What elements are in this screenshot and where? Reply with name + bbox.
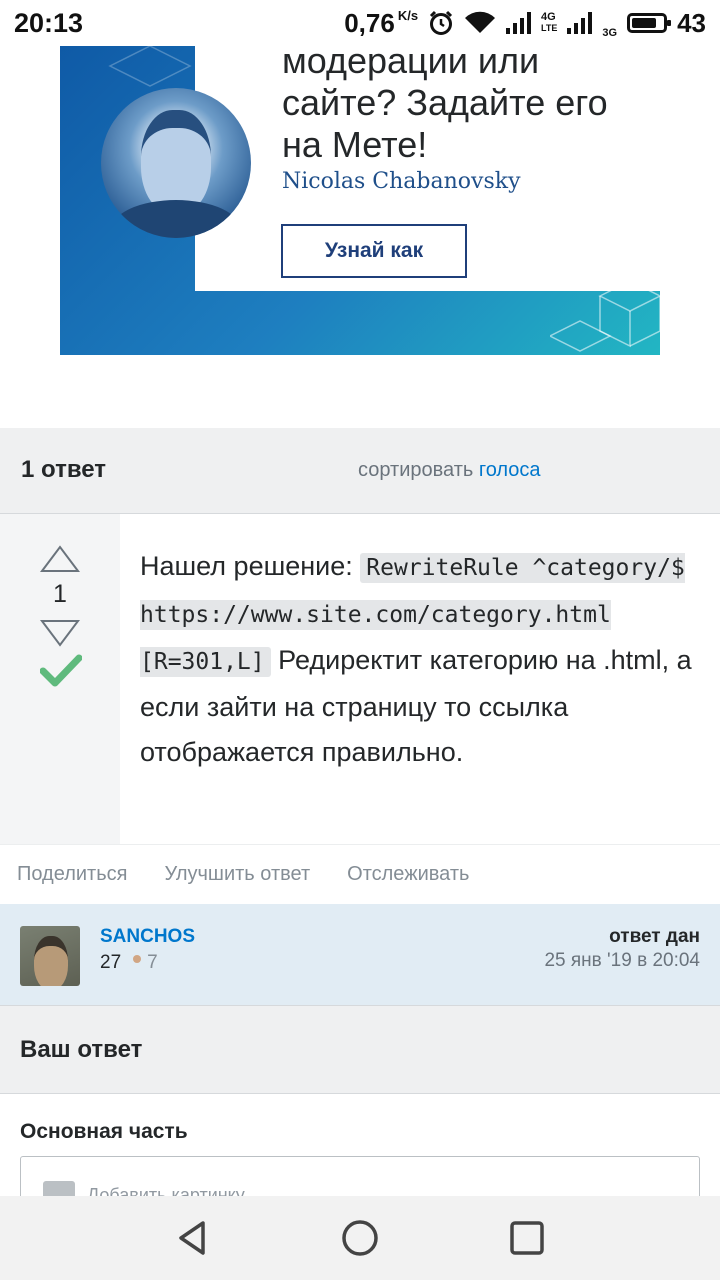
network-speed-unit: K/s [397, 7, 419, 23]
bronze-badge-count: 7 [147, 952, 158, 973]
ad-cta-button[interactable]: Узнай как [281, 224, 467, 278]
sort-by-votes-link[interactable]: голоса [479, 459, 541, 481]
vote-count: 1 [53, 580, 67, 608]
signal-icon-2 [567, 12, 593, 34]
wifi-icon [465, 11, 496, 34]
user-card: SANCHOS 27 7 ответ дан 25 янв '19 в 20:0… [0, 904, 720, 1006]
alarm-icon [429, 10, 453, 35]
answered-label: ответ дан [609, 926, 700, 947]
recent-apps-icon[interactable] [507, 1218, 547, 1258]
ad-headline: модерации или сайте? Задайте его на Мете… [282, 46, 608, 165]
signal-icon [506, 12, 532, 34]
answer-text-intro: Нашел решение: [140, 551, 361, 581]
post-menu: Поделиться Улучшить ответ Отслеживать [0, 844, 720, 904]
sort-label: сортировать [358, 459, 474, 481]
meta-ad-banner[interactable]: модерации или сайте? Задайте его на Мете… [60, 46, 660, 355]
answer-body: Нашел решение: RewriteRule ^category/$ h… [140, 544, 700, 775]
navigation-bar [0, 1196, 720, 1280]
downvote-arrow-icon[interactable] [40, 618, 80, 648]
share-link[interactable]: Поделиться [17, 863, 127, 886]
network-speed: 0,76 K/s [344, 7, 419, 38]
answers-header: 1 ответ сортировать голоса [0, 428, 720, 514]
vote-column: 1 [0, 514, 120, 844]
ad-author: Nicolas Chabanovsky [282, 169, 521, 194]
answered-date: 25 янв '19 в 20:04 [544, 950, 700, 971]
bronze-badge-icon [133, 955, 142, 963]
ad-decoration-cubes [550, 280, 660, 352]
network-type-4g: 4G LTE [541, 11, 558, 34]
user-avatar[interactable] [20, 926, 80, 986]
improve-answer-link[interactable]: Улучшить ответ [164, 863, 310, 886]
sort-control: сортировать голоса [358, 459, 541, 482]
status-time: 20:13 [14, 7, 84, 38]
body-label: Основная часть [20, 1120, 188, 1143]
upvote-arrow-icon[interactable] [40, 544, 80, 574]
battery-icon [627, 13, 672, 33]
status-icons: 0,76 K/s 4G LTE 3G 43 [344, 8, 706, 39]
reputation-score: 27 [100, 952, 122, 973]
your-answer-title: Ваш ответ [20, 1036, 143, 1063]
accepted-check-icon [40, 654, 82, 687]
home-icon[interactable] [340, 1218, 380, 1258]
ad-author-photo [101, 88, 251, 238]
your-answer-header: Ваш ответ [0, 1006, 720, 1094]
user-reputation: 27 7 [100, 952, 158, 974]
answers-count: 1 ответ [21, 456, 107, 483]
answer-post: 1 Нашел решение: RewriteRule ^category/$… [0, 514, 720, 844]
network-type-3g: 3G [602, 26, 618, 39]
back-icon[interactable] [173, 1218, 213, 1258]
follow-link[interactable]: Отслеживать [347, 863, 469, 886]
battery-level: 43 [677, 7, 706, 38]
status-bar: 20:13 0,76 K/s 4G LTE 3G 43 [0, 0, 720, 46]
user-name-link[interactable]: SANCHOS [100, 926, 195, 948]
